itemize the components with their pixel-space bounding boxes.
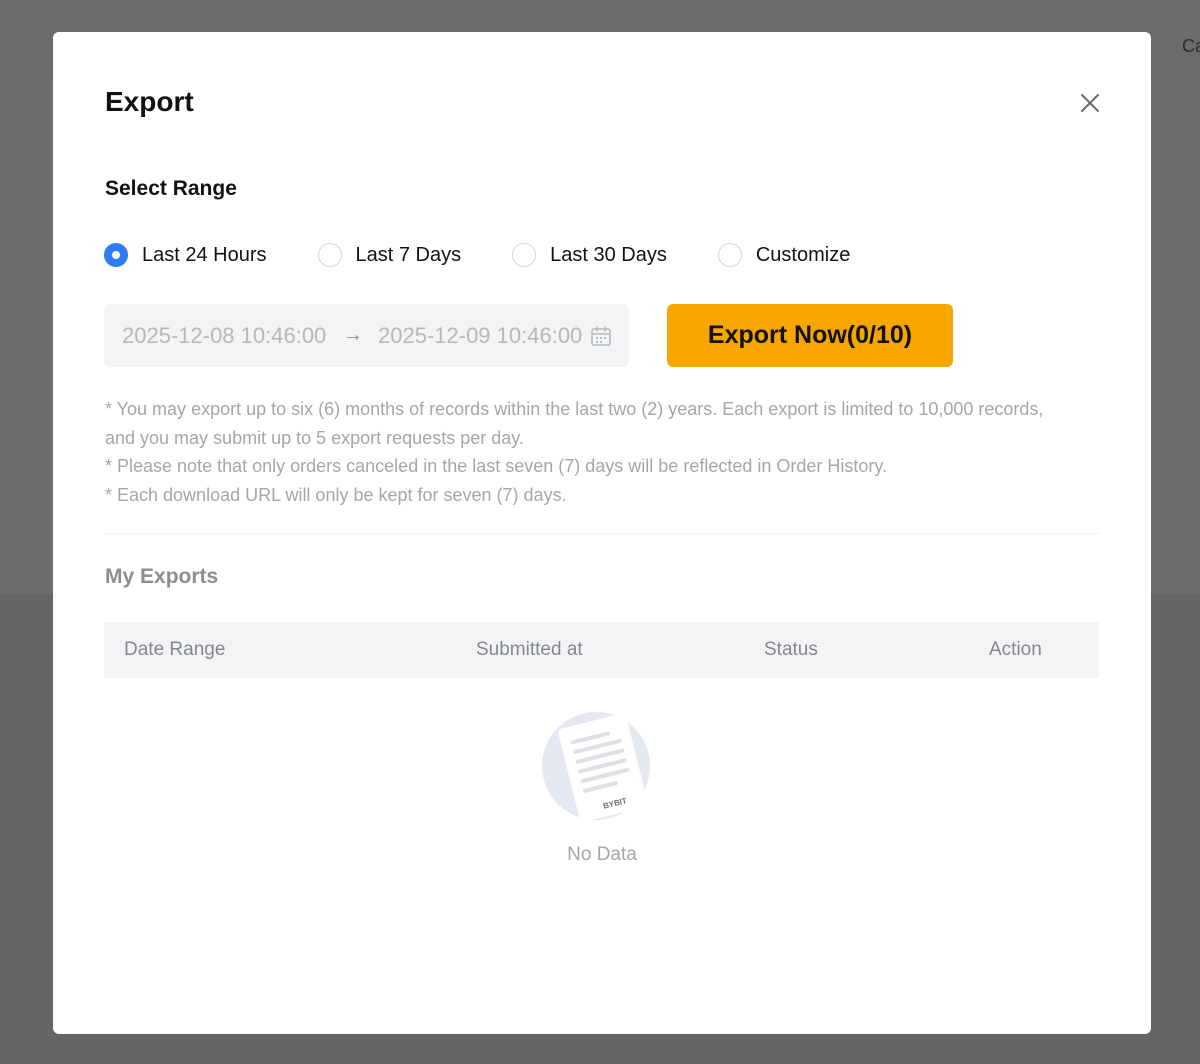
note-line: * You may export up to six (6) months of…	[105, 399, 1044, 448]
radio-button[interactable]	[717, 243, 742, 267]
radio-button-checked[interactable]	[104, 243, 128, 267]
range-option-label: Last 7 Days	[355, 243, 462, 266]
range-option-last-30-days[interactable]: Last 30 Days	[512, 243, 667, 267]
section-divider	[104, 533, 1099, 534]
background-peek-text: Ca	[1182, 36, 1200, 56]
range-option-last-7-days[interactable]: Last 7 Days	[317, 243, 462, 267]
export-modal: Export Select Range Last 24 Hours Last 7…	[53, 32, 1151, 1034]
calendar-icon[interactable]	[590, 325, 612, 347]
empty-document-icon: BYBIT	[542, 712, 650, 822]
radio-button[interactable]	[512, 243, 537, 267]
range-option-last-24-hours[interactable]: Last 24 Hours	[104, 243, 267, 267]
date-range-picker[interactable]: →	[104, 304, 629, 367]
close-icon	[1081, 94, 1099, 112]
range-arrow-icon: →	[343, 324, 363, 346]
close-button[interactable]	[1077, 90, 1103, 116]
exports-table-header: Date Range Submitted at Status Action	[104, 622, 1099, 678]
radio-button[interactable]	[317, 243, 342, 267]
note-line: * Each download URL will only be kept fo…	[105, 484, 567, 505]
empty-state: BYBIT No Data	[53, 708, 1151, 866]
note-line: * Please note that only orders canceled …	[105, 456, 888, 476]
column-header-date-range: Date Range	[124, 639, 226, 660]
range-option-label: Customize	[755, 243, 851, 266]
no-data-text: No Data	[567, 844, 637, 865]
end-date-input[interactable]	[378, 322, 584, 349]
export-notes: * You may export up to six (6) months of…	[105, 395, 1065, 509]
column-header-submitted-at: Submitted at	[476, 639, 583, 660]
column-header-action: Action	[989, 639, 1042, 660]
start-date-input[interactable]	[122, 322, 328, 349]
select-range-title: Select Range	[105, 177, 237, 200]
my-exports-title: My Exports	[105, 565, 219, 588]
range-option-label: Last 30 Days	[550, 243, 667, 266]
column-header-status: Status	[764, 639, 818, 660]
range-radio-group: Last 24 Hours Last 7 Days Last 30 Days C…	[104, 242, 901, 268]
range-option-customize[interactable]: Customize	[717, 243, 851, 267]
range-option-label: Last 24 Hours	[142, 243, 267, 266]
modal-title: Export	[105, 86, 194, 117]
export-now-button[interactable]: Export Now(0/10)	[667, 304, 953, 367]
